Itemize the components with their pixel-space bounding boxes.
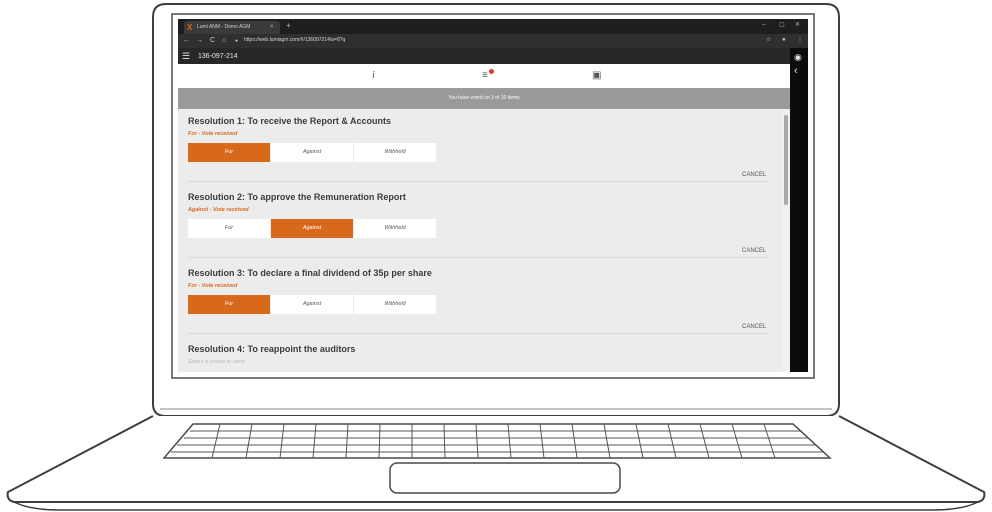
- close-window-icon[interactable]: ✕: [795, 21, 800, 30]
- browser-screen: X Lumi ANM - Demo AGM × + – ▢ ✕ ← → C ⌂ …: [178, 19, 808, 372]
- browser-tab-bar: X Lumi ANM - Demo AGM × + – ▢ ✕: [178, 19, 808, 34]
- notification-badge: [489, 69, 494, 74]
- back-icon[interactable]: ←: [183, 36, 190, 45]
- vote-for-button[interactable]: For: [188, 295, 270, 314]
- scrollbar-thumb[interactable]: [784, 115, 788, 205]
- vote-withheld-button[interactable]: Withheld: [354, 295, 436, 314]
- app-header: ☰ 136-097-214: [178, 48, 790, 64]
- collapse-panel-icon[interactable]: ‹: [794, 66, 798, 77]
- media-icon[interactable]: ▣: [592, 70, 601, 82]
- vote-against-button[interactable]: Against: [271, 295, 353, 314]
- minimize-icon[interactable]: –: [762, 21, 765, 30]
- meeting-id: 136-097-214: [198, 53, 238, 60]
- browser-tab[interactable]: X Lumi ANM - Demo AGM ×: [184, 21, 280, 34]
- vote-status: For - Vote received: [188, 131, 238, 137]
- forward-icon[interactable]: →: [196, 36, 203, 45]
- voting-status-text: You have voted on 3 of 10 items: [448, 95, 520, 101]
- vote-withheld-button[interactable]: Withheld: [354, 219, 436, 238]
- secure-icon: ●: [235, 38, 239, 44]
- url-field[interactable]: https://web.lumiagm.com/#/136097214/a=8?…: [244, 37, 345, 44]
- resolution-title: Resolution 2: To approve the Remuneratio…: [188, 192, 406, 202]
- vote-prompt: Select a choice to send: [188, 359, 245, 365]
- base-front-edge: [13, 501, 979, 511]
- vote-options: For Against Withheld: [188, 219, 436, 238]
- vote-status: Against - Vote received: [188, 207, 249, 213]
- vote-for-button[interactable]: For: [188, 143, 270, 162]
- tab-title: Lumi ANM - Demo AGM: [197, 24, 251, 30]
- side-panel: ◉ ‹: [790, 48, 808, 372]
- resolution-title: Resolution 4: To reappoint the auditors: [188, 344, 356, 354]
- profile-icon[interactable]: ●: [782, 36, 786, 45]
- vote-against-button[interactable]: Against: [271, 219, 353, 238]
- keyboard: [162, 423, 832, 459]
- reload-icon[interactable]: C: [210, 36, 215, 45]
- vote-status: For - Vote received: [188, 283, 238, 289]
- hamburger-icon[interactable]: ☰: [182, 51, 190, 61]
- vote-options: For Against Withheld: [188, 295, 436, 314]
- voting-icon[interactable]: ≡: [482, 70, 488, 82]
- divider: [188, 333, 768, 334]
- new-tab-icon[interactable]: +: [286, 21, 291, 30]
- trackpad: [389, 462, 621, 494]
- divider: [188, 181, 768, 182]
- divider: [188, 257, 768, 258]
- resolutions-list: Resolution 1: To receive the Report & Ac…: [178, 109, 782, 372]
- close-tab-icon[interactable]: ×: [270, 23, 274, 31]
- browser-menu-icon[interactable]: ⋮: [797, 36, 803, 45]
- voting-status-bar: You have voted on 3 of 10 items: [178, 88, 790, 109]
- resolution-title: Resolution 3: To declare a final dividen…: [188, 268, 432, 278]
- vote-withheld-button[interactable]: Withheld: [354, 143, 436, 162]
- vote-options: For Against Withheld: [188, 143, 436, 162]
- address-bar: ← → C ⌂ ● https://web.lumiagm.com/#/1360…: [178, 34, 808, 48]
- maximize-icon[interactable]: ▢: [779, 21, 785, 30]
- vote-against-button[interactable]: Against: [271, 143, 353, 162]
- home-icon[interactable]: ⌂: [222, 36, 226, 45]
- scrollbar[interactable]: [782, 109, 790, 372]
- broadcast-icon[interactable]: ◉: [794, 52, 802, 62]
- info-icon[interactable]: i: [372, 70, 375, 82]
- vote-for-button[interactable]: For: [188, 219, 270, 238]
- lumi-logo-icon: X: [187, 23, 193, 32]
- resolution-title: Resolution 1: To receive the Report & Ac…: [188, 116, 392, 126]
- cancel-vote-button[interactable]: CANCEL: [742, 323, 766, 332]
- cancel-vote-button[interactable]: CANCEL: [742, 247, 766, 256]
- cancel-vote-button[interactable]: CANCEL: [742, 171, 766, 180]
- bookmark-star-icon[interactable]: ☆: [766, 36, 771, 45]
- app-nav-icons: i ≡ ▣: [178, 64, 790, 88]
